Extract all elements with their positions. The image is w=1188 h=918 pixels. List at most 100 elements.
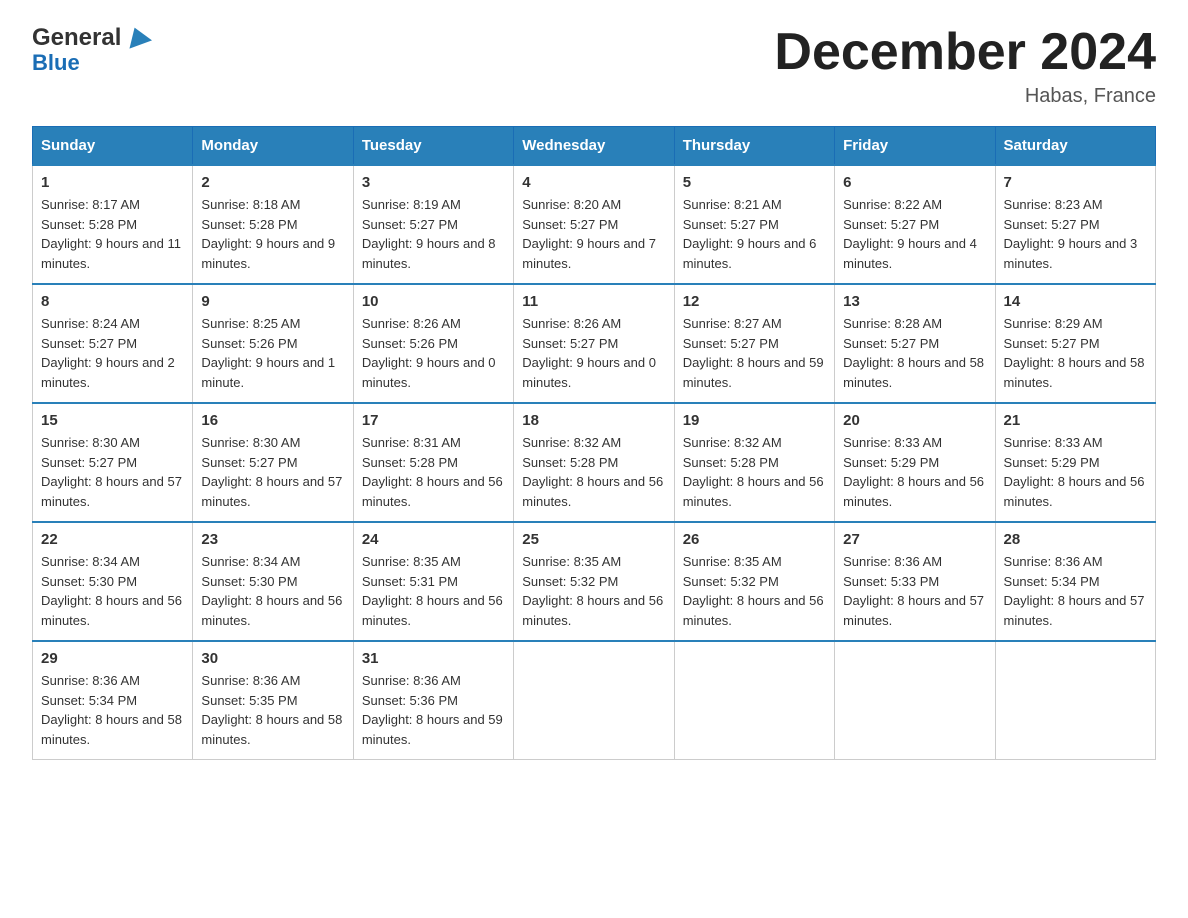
day-info: Sunrise: 8:36 AMSunset: 5:34 PMDaylight:… <box>41 671 184 749</box>
calendar-cell: 16 Sunrise: 8:30 AMSunset: 5:27 PMDaylig… <box>193 403 353 522</box>
calendar-cell: 18 Sunrise: 8:32 AMSunset: 5:28 PMDaylig… <box>514 403 674 522</box>
day-number: 1 <box>41 174 184 191</box>
day-info: Sunrise: 8:25 AMSunset: 5:26 PMDaylight:… <box>201 314 344 392</box>
calendar-cell: 13 Sunrise: 8:28 AMSunset: 5:27 PMDaylig… <box>835 284 995 403</box>
calendar-cell: 10 Sunrise: 8:26 AMSunset: 5:26 PMDaylig… <box>353 284 513 403</box>
calendar-cell: 29 Sunrise: 8:36 AMSunset: 5:34 PMDaylig… <box>33 641 193 760</box>
day-info: Sunrise: 8:31 AMSunset: 5:28 PMDaylight:… <box>362 433 505 511</box>
calendar-cell: 27 Sunrise: 8:36 AMSunset: 5:33 PMDaylig… <box>835 522 995 641</box>
calendar-week-2: 8 Sunrise: 8:24 AMSunset: 5:27 PMDayligh… <box>33 284 1156 403</box>
day-number: 27 <box>843 531 986 548</box>
day-number: 2 <box>201 174 344 191</box>
day-number: 21 <box>1004 412 1147 429</box>
calendar-cell: 31 Sunrise: 8:36 AMSunset: 5:36 PMDaylig… <box>353 641 513 760</box>
col-monday: Monday <box>193 127 353 166</box>
day-number: 4 <box>522 174 665 191</box>
calendar-cell: 22 Sunrise: 8:34 AMSunset: 5:30 PMDaylig… <box>33 522 193 641</box>
calendar-cell: 4 Sunrise: 8:20 AMSunset: 5:27 PMDayligh… <box>514 165 674 284</box>
calendar-title: December 2024 <box>774 24 1156 81</box>
calendar-cell: 20 Sunrise: 8:33 AMSunset: 5:29 PMDaylig… <box>835 403 995 522</box>
calendar-cell: 14 Sunrise: 8:29 AMSunset: 5:27 PMDaylig… <box>995 284 1155 403</box>
calendar-cell: 23 Sunrise: 8:34 AMSunset: 5:30 PMDaylig… <box>193 522 353 641</box>
day-number: 11 <box>522 293 665 310</box>
day-info: Sunrise: 8:17 AMSunset: 5:28 PMDaylight:… <box>41 195 184 273</box>
day-info: Sunrise: 8:36 AMSunset: 5:34 PMDaylight:… <box>1004 552 1147 630</box>
day-number: 17 <box>362 412 505 429</box>
calendar-cell: 30 Sunrise: 8:36 AMSunset: 5:35 PMDaylig… <box>193 641 353 760</box>
title-block: December 2024 Habas, France <box>774 24 1156 108</box>
calendar-table: Sunday Monday Tuesday Wednesday Thursday… <box>32 126 1156 760</box>
calendar-week-1: 1 Sunrise: 8:17 AMSunset: 5:28 PMDayligh… <box>33 165 1156 284</box>
col-wednesday: Wednesday <box>514 127 674 166</box>
calendar-cell: 19 Sunrise: 8:32 AMSunset: 5:28 PMDaylig… <box>674 403 834 522</box>
day-info: Sunrise: 8:22 AMSunset: 5:27 PMDaylight:… <box>843 195 986 273</box>
col-thursday: Thursday <box>674 127 834 166</box>
logo-icon <box>124 23 152 51</box>
calendar-cell: 8 Sunrise: 8:24 AMSunset: 5:27 PMDayligh… <box>33 284 193 403</box>
day-number: 20 <box>843 412 986 429</box>
day-number: 26 <box>683 531 826 548</box>
logo: General Blue <box>32 24 152 76</box>
day-info: Sunrise: 8:28 AMSunset: 5:27 PMDaylight:… <box>843 314 986 392</box>
day-number: 14 <box>1004 293 1147 310</box>
location-subtitle: Habas, France <box>774 85 1156 108</box>
day-number: 19 <box>683 412 826 429</box>
day-number: 16 <box>201 412 344 429</box>
calendar-cell: 24 Sunrise: 8:35 AMSunset: 5:31 PMDaylig… <box>353 522 513 641</box>
calendar-cell: 12 Sunrise: 8:27 AMSunset: 5:27 PMDaylig… <box>674 284 834 403</box>
calendar-cell <box>514 641 674 760</box>
day-info: Sunrise: 8:35 AMSunset: 5:32 PMDaylight:… <box>522 552 665 630</box>
day-number: 5 <box>683 174 826 191</box>
col-friday: Friday <box>835 127 995 166</box>
day-info: Sunrise: 8:20 AMSunset: 5:27 PMDaylight:… <box>522 195 665 273</box>
col-saturday: Saturday <box>995 127 1155 166</box>
day-info: Sunrise: 8:30 AMSunset: 5:27 PMDaylight:… <box>201 433 344 511</box>
day-number: 13 <box>843 293 986 310</box>
day-info: Sunrise: 8:21 AMSunset: 5:27 PMDaylight:… <box>683 195 826 273</box>
day-number: 15 <box>41 412 184 429</box>
day-number: 28 <box>1004 531 1147 548</box>
calendar-cell: 28 Sunrise: 8:36 AMSunset: 5:34 PMDaylig… <box>995 522 1155 641</box>
logo-blue-text: Blue <box>32 50 80 76</box>
day-info: Sunrise: 8:26 AMSunset: 5:26 PMDaylight:… <box>362 314 505 392</box>
day-info: Sunrise: 8:35 AMSunset: 5:32 PMDaylight:… <box>683 552 826 630</box>
day-number: 29 <box>41 650 184 667</box>
day-info: Sunrise: 8:23 AMSunset: 5:27 PMDaylight:… <box>1004 195 1147 273</box>
day-info: Sunrise: 8:24 AMSunset: 5:27 PMDaylight:… <box>41 314 184 392</box>
calendar-cell <box>995 641 1155 760</box>
calendar-cell: 7 Sunrise: 8:23 AMSunset: 5:27 PMDayligh… <box>995 165 1155 284</box>
day-info: Sunrise: 8:34 AMSunset: 5:30 PMDaylight:… <box>201 552 344 630</box>
day-number: 10 <box>362 293 505 310</box>
day-info: Sunrise: 8:36 AMSunset: 5:36 PMDaylight:… <box>362 671 505 749</box>
calendar-cell: 1 Sunrise: 8:17 AMSunset: 5:28 PMDayligh… <box>33 165 193 284</box>
day-number: 8 <box>41 293 184 310</box>
page-header: General Blue December 2024 Habas, France <box>32 24 1156 108</box>
calendar-cell: 25 Sunrise: 8:35 AMSunset: 5:32 PMDaylig… <box>514 522 674 641</box>
calendar-week-4: 22 Sunrise: 8:34 AMSunset: 5:30 PMDaylig… <box>33 522 1156 641</box>
calendar-cell <box>674 641 834 760</box>
calendar-cell: 6 Sunrise: 8:22 AMSunset: 5:27 PMDayligh… <box>835 165 995 284</box>
day-info: Sunrise: 8:32 AMSunset: 5:28 PMDaylight:… <box>522 433 665 511</box>
calendar-cell: 2 Sunrise: 8:18 AMSunset: 5:28 PMDayligh… <box>193 165 353 284</box>
day-info: Sunrise: 8:35 AMSunset: 5:31 PMDaylight:… <box>362 552 505 630</box>
day-info: Sunrise: 8:30 AMSunset: 5:27 PMDaylight:… <box>41 433 184 511</box>
day-number: 23 <box>201 531 344 548</box>
col-sunday: Sunday <box>33 127 193 166</box>
calendar-cell: 9 Sunrise: 8:25 AMSunset: 5:26 PMDayligh… <box>193 284 353 403</box>
calendar-cell: 11 Sunrise: 8:26 AMSunset: 5:27 PMDaylig… <box>514 284 674 403</box>
calendar-cell: 5 Sunrise: 8:21 AMSunset: 5:27 PMDayligh… <box>674 165 834 284</box>
day-info: Sunrise: 8:26 AMSunset: 5:27 PMDaylight:… <box>522 314 665 392</box>
day-info: Sunrise: 8:29 AMSunset: 5:27 PMDaylight:… <box>1004 314 1147 392</box>
day-info: Sunrise: 8:36 AMSunset: 5:35 PMDaylight:… <box>201 671 344 749</box>
day-number: 18 <box>522 412 665 429</box>
logo-general-text: General <box>32 24 121 52</box>
day-number: 6 <box>843 174 986 191</box>
calendar-cell: 3 Sunrise: 8:19 AMSunset: 5:27 PMDayligh… <box>353 165 513 284</box>
day-info: Sunrise: 8:33 AMSunset: 5:29 PMDaylight:… <box>843 433 986 511</box>
day-number: 7 <box>1004 174 1147 191</box>
day-info: Sunrise: 8:34 AMSunset: 5:30 PMDaylight:… <box>41 552 184 630</box>
day-number: 30 <box>201 650 344 667</box>
day-number: 22 <box>41 531 184 548</box>
calendar-week-5: 29 Sunrise: 8:36 AMSunset: 5:34 PMDaylig… <box>33 641 1156 760</box>
calendar-cell: 17 Sunrise: 8:31 AMSunset: 5:28 PMDaylig… <box>353 403 513 522</box>
